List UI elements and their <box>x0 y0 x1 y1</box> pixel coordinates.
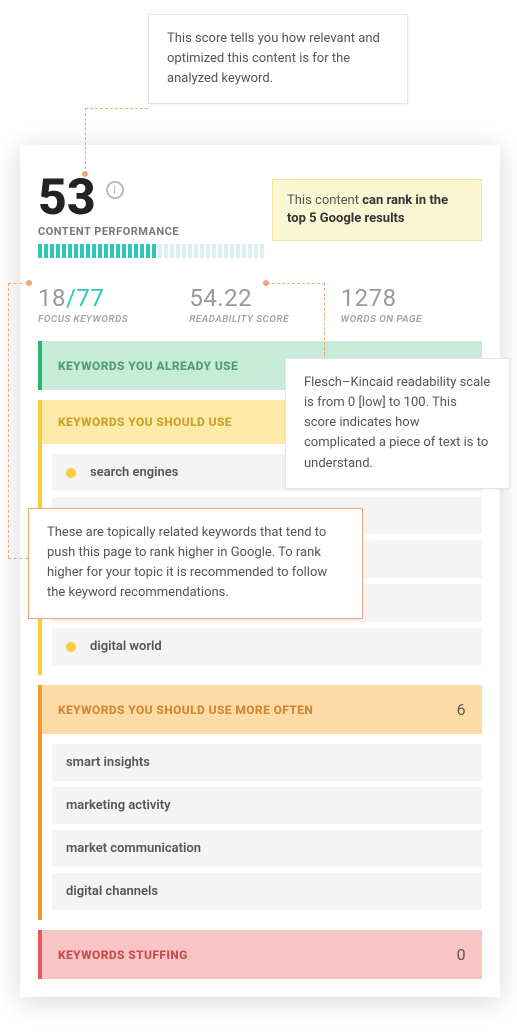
section-count: 6 <box>457 700 466 719</box>
section-title: KEYWORDS YOU SHOULD USE <box>58 415 232 429</box>
words-label: WORDS ON PAGE <box>341 314 482 325</box>
keyword-item[interactable]: smart insights <box>52 744 482 781</box>
score-value: 53 <box>38 173 96 223</box>
keyword-item[interactable]: digital world <box>52 628 482 665</box>
annotation-dot <box>263 280 269 286</box>
rank-box: This content can rank in the top 5 Googl… <box>272 179 482 241</box>
info-icon[interactable]: i <box>106 181 124 199</box>
metric-words: 1278 WORDS ON PAGE <box>341 284 482 325</box>
keyword-text: digital channels <box>66 884 158 899</box>
words-value: 1278 <box>341 284 482 312</box>
keyword-item[interactable]: marketing activity <box>52 787 482 824</box>
callout-readability-text: Flesch–Kincaid readability scale is from… <box>304 375 490 471</box>
annotation-line <box>8 283 28 284</box>
metric-readability: 54.22 READABILITY SCORE <box>189 284 330 325</box>
keyword-dot-icon <box>66 642 76 652</box>
section-stuffing: KEYWORDS STUFFING 0 <box>38 930 482 979</box>
callout-score-text: This score tells you how relevant and op… <box>167 31 380 86</box>
score-row: 53 i CONTENT PERFORMANCE This content ca… <box>38 173 482 258</box>
score-label: CONTENT PERFORMANCE <box>38 225 272 238</box>
keyword-text: market communication <box>66 841 201 856</box>
focus-current: 18 <box>38 284 66 312</box>
readability-value: 54.22 <box>189 284 330 312</box>
annotation-line <box>85 108 148 109</box>
section-count: 0 <box>457 945 466 964</box>
section-title: KEYWORDS YOU SHOULD USE MORE OFTEN <box>58 703 313 717</box>
section-title: KEYWORDS STUFFING <box>58 948 188 962</box>
keyword-text: marketing activity <box>66 798 171 813</box>
rank-prefix: This content <box>287 193 362 208</box>
keyword-text: digital world <box>90 639 162 654</box>
focus-label: FOCUS KEYWORDS <box>38 314 179 325</box>
keyword-text: search engines <box>90 465 178 480</box>
annotation-dot <box>26 280 32 286</box>
metrics-row: 18/77 FOCUS KEYWORDS 54.22 READABILITY S… <box>38 284 482 325</box>
keyword-text: smart insights <box>66 755 150 770</box>
keyword-item[interactable]: market communication <box>52 830 482 867</box>
callout-score: This score tells you how relevant and op… <box>148 14 408 104</box>
metric-focus-keywords: 18/77 FOCUS KEYWORDS <box>38 284 179 325</box>
section-title: KEYWORDS YOU ALREADY USE <box>58 359 238 373</box>
annotation-line <box>8 283 9 558</box>
section-more-often: KEYWORDS YOU SHOULD USE MORE OFTEN 6 sma… <box>38 685 482 920</box>
annotation-dot <box>82 171 88 177</box>
annotation-line <box>324 283 325 360</box>
keyword-item[interactable]: digital channels <box>52 873 482 910</box>
section-head-stuffing[interactable]: KEYWORDS STUFFING 0 <box>38 930 482 979</box>
section-head-more[interactable]: KEYWORDS YOU SHOULD USE MORE OFTEN 6 <box>38 685 482 734</box>
readability-label: READABILITY SCORE <box>189 314 330 325</box>
annotation-line <box>267 283 325 284</box>
callout-should-use: These are topically related keywords tha… <box>28 508 363 619</box>
keyword-dot-icon <box>66 468 76 478</box>
score-block: 53 i CONTENT PERFORMANCE <box>38 173 272 258</box>
callout-should-use-text: These are topically related keywords tha… <box>47 525 327 600</box>
score-progress <box>38 244 268 258</box>
focus-sep: / <box>66 284 76 312</box>
annotation-line <box>85 108 86 174</box>
section-body-more: smart insights marketing activity market c… <box>38 734 482 920</box>
callout-readability: Flesch–Kincaid readability scale is from… <box>285 358 510 489</box>
focus-total: 77 <box>76 284 104 312</box>
annotation-line <box>8 558 28 559</box>
